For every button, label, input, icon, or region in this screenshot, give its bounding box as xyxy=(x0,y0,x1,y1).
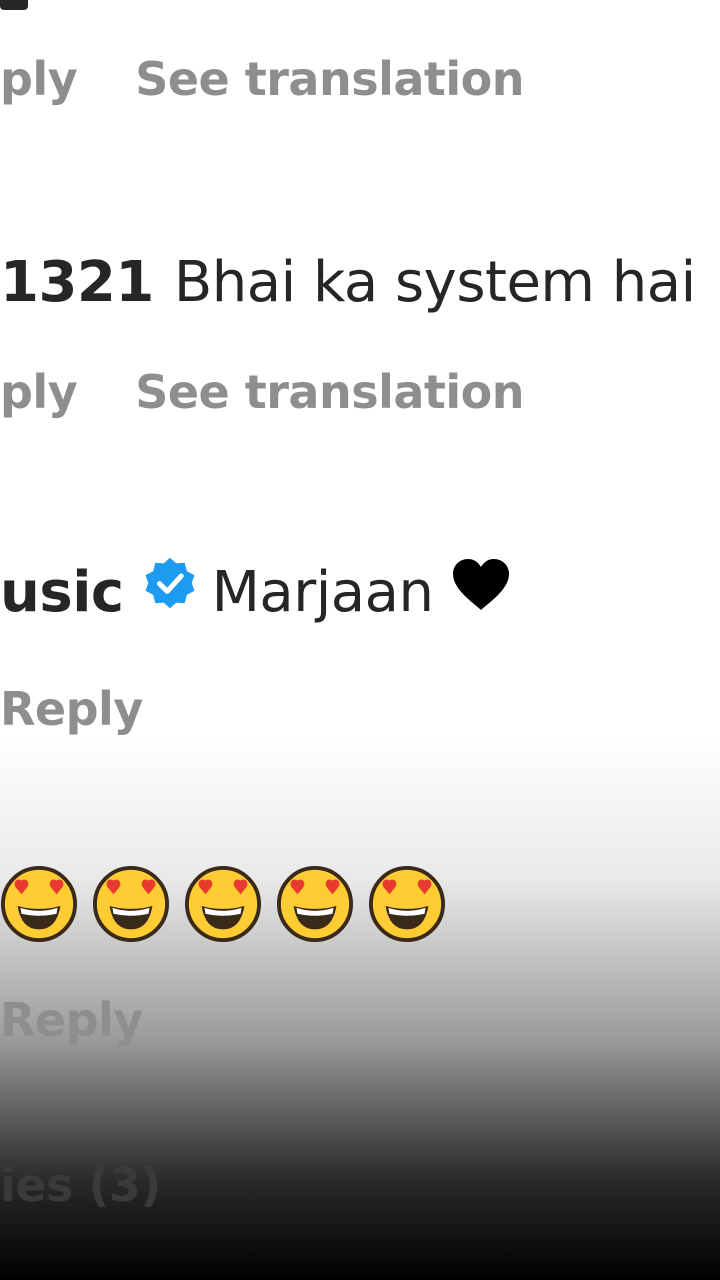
reply-button[interactable]: ply xyxy=(0,365,78,419)
comment-4-emoji-text xyxy=(0,865,446,943)
see-translation-button[interactable]: See translation xyxy=(135,365,524,419)
heart-eyes-emoji-icon xyxy=(92,865,170,943)
reply-button[interactable]: Reply xyxy=(0,682,143,736)
heart-eyes-emoji-icon xyxy=(0,865,78,943)
clipped-comment-fragment xyxy=(0,0,28,10)
comment-4-actions: Reply xyxy=(0,993,143,1047)
comment-3: usic Marjaan xyxy=(0,557,511,631)
comment-username[interactable]: usic xyxy=(0,560,124,625)
comment-2-actions: ply See translation xyxy=(0,365,524,419)
reply-button[interactable]: Reply xyxy=(0,993,143,1047)
comment-text: Marjaan xyxy=(211,560,434,625)
comment-3-actions: Reply xyxy=(0,682,143,736)
heart-eyes-emoji-icon xyxy=(184,865,262,943)
verified-badge-icon xyxy=(142,555,198,625)
view-replies-button[interactable]: ies (3) xyxy=(0,1158,161,1212)
see-translation-button[interactable]: See translation xyxy=(135,52,524,106)
black-heart-icon xyxy=(451,558,511,626)
reply-button[interactable]: ply xyxy=(0,52,78,106)
comment-2: 1321 Bhai ka system hai xyxy=(0,250,696,315)
comment-text: Bhai ka system hai xyxy=(173,250,696,315)
comment-1-actions: ply See translation xyxy=(0,52,524,106)
heart-eyes-emoji-icon xyxy=(368,865,446,943)
heart-eyes-emoji-icon xyxy=(276,865,354,943)
comment-username[interactable]: 1321 xyxy=(0,250,154,315)
